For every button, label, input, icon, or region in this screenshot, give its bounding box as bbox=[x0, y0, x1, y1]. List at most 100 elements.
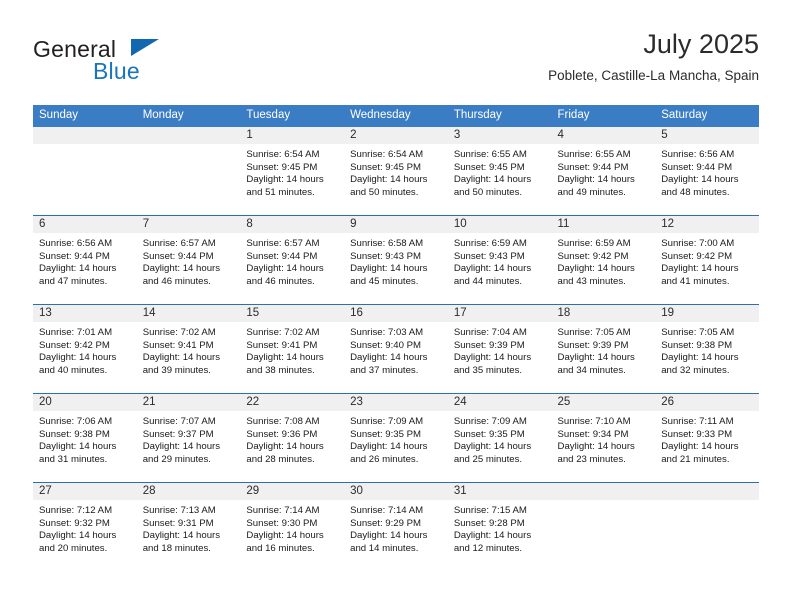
daylight-text-line2: and 43 minutes. bbox=[557, 275, 626, 287]
sunrise-text: Sunrise: 6:59 AM bbox=[453, 238, 527, 249]
day-cell-inner: 16 Sunrise: 7:03 AM Sunset: 9:40 PM Dayligh… bbox=[344, 305, 448, 393]
day-details: Sunrise: 6:54 AM Sunset: 9:45 PM Daylight:… bbox=[344, 144, 448, 199]
sunset-text: Sunset: 9:39 PM bbox=[557, 339, 629, 351]
sunrise-text: Sunrise: 6:55 AM bbox=[453, 149, 527, 160]
sunset-text: Sunset: 9:36 PM bbox=[246, 428, 318, 440]
day-cell-inner: 28 Sunrise: 7:13 AM Sunset: 9:31 PM Dayligh… bbox=[136, 483, 241, 571]
calendar-day-cell[interactable]: 3 Sunrise: 6:55 AM Sunset: 9:45 PM Daylight… bbox=[447, 127, 552, 216]
calendar-day-cell[interactable]: 7 Sunrise: 6:57 AM Sunset: 9:44 PM Daylight… bbox=[136, 215, 241, 305]
daylight-text-line1: Daylight: 14 hours bbox=[142, 263, 221, 275]
calendar-day-cell[interactable]: 11 Sunrise: 6:59 AM Sunset: 9:42 PM Dayligh… bbox=[551, 215, 656, 305]
calendar-day-cell[interactable]: 17 Sunrise: 7:04 AM Sunset: 9:39 PM Dayligh… bbox=[447, 304, 552, 394]
day-number: 24 bbox=[447, 394, 552, 411]
day-details: Sunrise: 7:13 AM Sunset: 9:31 PM Daylight:… bbox=[137, 500, 241, 555]
daylight-text-line2: and 38 minutes. bbox=[246, 364, 315, 376]
day-cell-inner: 12 Sunrise: 7:00 AM Sunset: 9:42 PM Dayligh… bbox=[655, 216, 759, 304]
sunrise-text: Sunrise: 7:09 AM bbox=[350, 416, 424, 427]
daylight-text-line1: Daylight: 14 hours bbox=[453, 530, 532, 542]
calendar-day-cell[interactable]: 15 Sunrise: 7:02 AM Sunset: 9:41 PM Dayligh… bbox=[240, 304, 345, 394]
sunset-text: Sunset: 9:45 PM bbox=[246, 161, 318, 173]
sunset-text: Sunset: 9:28 PM bbox=[453, 517, 525, 529]
general-blue-logo[interactable]: General Blue bbox=[33, 36, 213, 90]
day-cell-inner bbox=[136, 127, 241, 215]
calendar-day-cell[interactable]: 6 Sunrise: 6:56 AM Sunset: 9:44 PM Daylight… bbox=[33, 215, 137, 305]
calendar-day-cell[interactable]: 2 Sunrise: 6:54 AM Sunset: 9:45 PM Daylight… bbox=[344, 127, 448, 216]
calendar-day-cell[interactable]: 28 Sunrise: 7:13 AM Sunset: 9:31 PM Dayligh… bbox=[136, 482, 241, 571]
day-number: 14 bbox=[136, 305, 241, 322]
calendar-day-cell[interactable]: 31 Sunrise: 7:15 AM Sunset: 9:28 PM Dayligh… bbox=[447, 482, 552, 571]
daylight-text-line1: Daylight: 14 hours bbox=[661, 441, 739, 453]
day-number: 12 bbox=[655, 216, 759, 233]
daylight-text-line1: Daylight: 14 hours bbox=[453, 174, 532, 186]
calendar-body: 1 Sunrise: 6:54 AM Sunset: 9:45 PM Daylight… bbox=[33, 127, 759, 571]
daylight-text-line2: and 44 minutes. bbox=[453, 275, 523, 287]
day-cell-inner: 24 Sunrise: 7:09 AM Sunset: 9:35 PM Dayligh… bbox=[447, 394, 552, 482]
calendar-day-cell[interactable]: 8 Sunrise: 6:57 AM Sunset: 9:44 PM Daylight… bbox=[240, 215, 345, 305]
daylight-text-line1: Daylight: 14 hours bbox=[557, 174, 635, 186]
sunrise-text: Sunrise: 6:56 AM bbox=[39, 238, 113, 249]
weekday-header-friday: Friday bbox=[551, 105, 656, 127]
day-details: Sunrise: 6:57 AM Sunset: 9:44 PM Daylight:… bbox=[137, 233, 241, 288]
calendar-day-cell[interactable]: 27 Sunrise: 7:12 AM Sunset: 9:32 PM Dayligh… bbox=[33, 482, 137, 571]
calendar-day-cell[interactable]: 4 Sunrise: 6:55 AM Sunset: 9:44 PM Daylight… bbox=[551, 127, 656, 216]
sunrise-text: Sunrise: 7:05 AM bbox=[661, 327, 735, 338]
day-number: 19 bbox=[655, 305, 759, 322]
calendar-day-cell[interactable]: 5 Sunrise: 6:56 AM Sunset: 9:44 PM Daylight… bbox=[655, 127, 759, 216]
calendar-day-cell[interactable]: 29 Sunrise: 7:14 AM Sunset: 9:30 PM Dayligh… bbox=[240, 482, 345, 571]
calendar-table: Sunday Monday Tuesday Wednesday Thursday… bbox=[33, 105, 759, 571]
sunset-text: Sunset: 9:32 PM bbox=[39, 517, 110, 529]
calendar-day-cell[interactable]: 12 Sunrise: 7:00 AM Sunset: 9:42 PM Dayligh… bbox=[655, 215, 759, 305]
day-cell-inner: 7 Sunrise: 6:57 AM Sunset: 9:44 PM Daylight… bbox=[136, 216, 241, 304]
weekday-header-saturday: Saturday bbox=[655, 105, 759, 127]
daylight-text-line2: and 45 minutes. bbox=[350, 275, 419, 287]
calendar-day-cell[interactable]: 20 Sunrise: 7:06 AM Sunset: 9:38 PM Dayligh… bbox=[33, 393, 137, 483]
daylight-text-line2: and 25 minutes. bbox=[453, 453, 523, 465]
day-cell-inner: 20 Sunrise: 7:06 AM Sunset: 9:38 PM Dayligh… bbox=[33, 394, 137, 482]
calendar-day-cell[interactable]: 24 Sunrise: 7:09 AM Sunset: 9:35 PM Dayligh… bbox=[447, 393, 552, 483]
calendar-day-cell[interactable]: 21 Sunrise: 7:07 AM Sunset: 9:37 PM Dayligh… bbox=[136, 393, 241, 483]
calendar-day-cell[interactable]: 26 Sunrise: 7:11 AM Sunset: 9:33 PM Dayligh… bbox=[655, 393, 759, 483]
day-number: 30 bbox=[344, 483, 448, 500]
sunrise-text: Sunrise: 6:57 AM bbox=[246, 238, 320, 249]
calendar-day-cell[interactable]: 10 Sunrise: 6:59 AM Sunset: 9:43 PM Dayligh… bbox=[447, 215, 552, 305]
calendar-day-cell[interactable]: 18 Sunrise: 7:05 AM Sunset: 9:39 PM Dayligh… bbox=[551, 304, 656, 394]
day-number: 22 bbox=[240, 394, 345, 411]
day-number bbox=[551, 483, 656, 500]
calendar-day-cell[interactable]: 19 Sunrise: 7:05 AM Sunset: 9:38 PM Dayligh… bbox=[655, 304, 759, 394]
day-details: Sunrise: 6:55 AM Sunset: 9:45 PM Daylight:… bbox=[448, 144, 552, 199]
sunrise-text: Sunrise: 7:12 AM bbox=[39, 505, 113, 516]
day-cell-inner: 11 Sunrise: 6:59 AM Sunset: 9:42 PM Dayligh… bbox=[551, 216, 656, 304]
daylight-text-line2: and 23 minutes. bbox=[557, 453, 626, 465]
calendar-day-cell[interactable]: 13 Sunrise: 7:01 AM Sunset: 9:42 PM Dayligh… bbox=[33, 304, 137, 394]
daylight-text-line1: Daylight: 14 hours bbox=[350, 174, 428, 186]
weekday-header-tuesday: Tuesday bbox=[240, 105, 345, 127]
logo-text-blue: Blue bbox=[93, 58, 140, 84]
daylight-text-line1: Daylight: 14 hours bbox=[39, 530, 117, 542]
calendar-day-cell[interactable]: 22 Sunrise: 7:08 AM Sunset: 9:36 PM Dayligh… bbox=[240, 393, 345, 483]
sunset-text: Sunset: 9:39 PM bbox=[453, 339, 525, 351]
calendar-day-cell[interactable]: 14 Sunrise: 7:02 AM Sunset: 9:41 PM Dayligh… bbox=[136, 304, 241, 394]
calendar-day-cell[interactable]: 25 Sunrise: 7:10 AM Sunset: 9:34 PM Dayligh… bbox=[551, 393, 656, 483]
calendar-day-cell[interactable]: 9 Sunrise: 6:58 AM Sunset: 9:43 PM Daylight… bbox=[344, 215, 448, 305]
day-number: 4 bbox=[551, 127, 656, 144]
calendar-day-cell[interactable]: 30 Sunrise: 7:14 AM Sunset: 9:29 PM Dayligh… bbox=[344, 482, 448, 571]
day-details: Sunrise: 7:12 AM Sunset: 9:32 PM Daylight:… bbox=[33, 500, 137, 555]
calendar-day-cell[interactable]: 16 Sunrise: 7:03 AM Sunset: 9:40 PM Dayligh… bbox=[344, 304, 448, 394]
sunset-text: Sunset: 9:35 PM bbox=[453, 428, 525, 440]
day-cell-inner: 19 Sunrise: 7:05 AM Sunset: 9:38 PM Dayligh… bbox=[655, 305, 759, 393]
day-cell-inner: 8 Sunrise: 6:57 AM Sunset: 9:44 PM Daylight… bbox=[240, 216, 345, 304]
daylight-text-line1: Daylight: 14 hours bbox=[246, 530, 324, 542]
day-cell-inner: 15 Sunrise: 7:02 AM Sunset: 9:41 PM Dayligh… bbox=[240, 305, 345, 393]
calendar-day-cell[interactable]: 23 Sunrise: 7:09 AM Sunset: 9:35 PM Dayligh… bbox=[344, 393, 448, 483]
sunrise-text: Sunrise: 6:59 AM bbox=[557, 238, 631, 249]
daylight-text-line2: and 20 minutes. bbox=[39, 542, 108, 554]
daylight-text-line1: Daylight: 14 hours bbox=[350, 263, 428, 275]
sunrise-text: Sunrise: 7:10 AM bbox=[557, 416, 631, 427]
daylight-text-line2: and 14 minutes. bbox=[350, 542, 419, 554]
daylight-text-line1: Daylight: 14 hours bbox=[453, 263, 532, 275]
day-cell-inner bbox=[33, 127, 137, 215]
sunrise-text: Sunrise: 6:56 AM bbox=[661, 149, 735, 160]
day-details: Sunrise: 7:15 AM Sunset: 9:28 PM Daylight:… bbox=[448, 500, 552, 555]
calendar-day-cell[interactable]: 1 Sunrise: 6:54 AM Sunset: 9:45 PM Daylight… bbox=[240, 127, 345, 216]
daylight-text-line2: and 50 minutes. bbox=[453, 186, 523, 198]
